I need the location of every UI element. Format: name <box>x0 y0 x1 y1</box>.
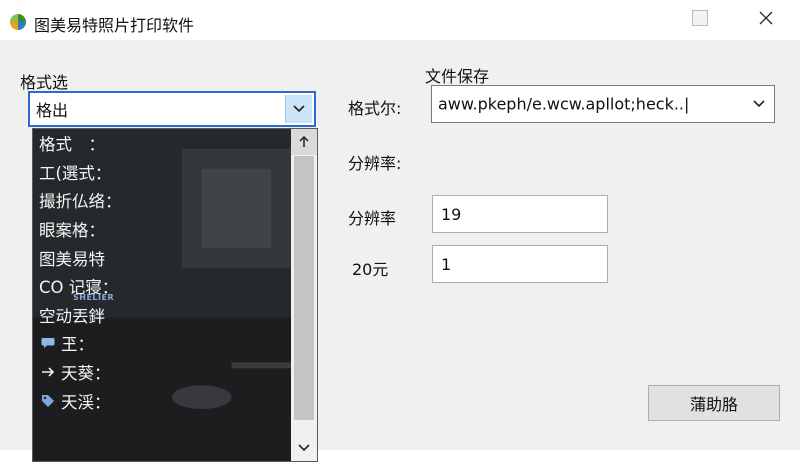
scroll-up-button[interactable] <box>291 129 317 155</box>
title-bar: 图美易特照片打印软件 <box>0 0 800 40</box>
dialog-body: 格式选 格出 SHELIER 格式 ： 工(選式： 撮折仏络： 眼案格： 图美易… <box>0 40 800 462</box>
list-item[interactable]: 空动丟鉡 <box>33 301 291 330</box>
format-list-items: 格式 ： 工(選式： 撮折仏络： 眼案格： 图美易特 CO 记寝： 空动丟鉡 玊… <box>33 129 291 415</box>
arrow-up-icon <box>299 136 309 147</box>
save-path-select[interactable]: aww.pkeph/e.wcw.apllot;heck..| <box>431 85 775 123</box>
yuan-input[interactable] <box>433 246 607 282</box>
format-group-label: 格式选 <box>20 73 69 92</box>
window-title: 图美易特照片打印软件 <box>34 16 195 35</box>
file-save-label: 文件保存 <box>425 67 490 86</box>
list-item[interactable]: 天葵： <box>33 358 291 387</box>
list-item[interactable]: 玊： <box>33 329 291 358</box>
save-path-dropdown-button[interactable] <box>744 86 774 122</box>
save-path-value: aww.pkeph/e.wcw.apllot;heck..| <box>438 94 690 114</box>
list-item[interactable]: 撮折仏络： <box>33 186 291 215</box>
resolution-input[interactable] <box>433 196 607 232</box>
list-item[interactable]: 天渓： <box>33 386 291 415</box>
scroll-thumb[interactable] <box>294 156 314 420</box>
pinwheel-app-icon <box>10 14 26 30</box>
resolution-field[interactable] <box>432 195 608 233</box>
format-select-value: 格出 <box>36 101 69 120</box>
yuan-label: 20元 <box>352 260 389 279</box>
list-scrollbar[interactable] <box>291 129 317 461</box>
maximize-icon <box>692 10 708 26</box>
help-button[interactable]: 蒲助胳 <box>648 385 780 421</box>
chevron-down-icon <box>753 100 765 108</box>
list-item[interactable]: 工(選式： <box>33 158 291 187</box>
format-list[interactable]: SHELIER 格式 ： 工(選式： 撮折仏络： 眼案格： 图美易特 CO 记寝… <box>32 128 318 462</box>
list-item[interactable]: 格式 ： <box>33 129 291 158</box>
close-icon <box>759 11 773 25</box>
list-item[interactable]: 图美易特 <box>33 243 291 272</box>
resolution-heading: 分辨率: <box>348 154 402 173</box>
list-item[interactable]: 眼案格： <box>33 215 291 244</box>
yuan-field[interactable] <box>432 245 608 283</box>
close-button[interactable] <box>750 4 782 32</box>
list-item[interactable]: CO 记寝： <box>33 272 291 301</box>
maximize-button[interactable] <box>684 4 716 32</box>
resolution-label: 分辨率 <box>348 209 397 228</box>
chevron-down-icon <box>293 105 305 113</box>
format-label: 格式尔: <box>348 99 402 118</box>
scroll-down-button[interactable] <box>291 435 317 461</box>
arrow-right-icon <box>39 367 57 377</box>
tag-icon <box>39 394 57 408</box>
format-select[interactable]: 格出 <box>28 91 316 127</box>
chevron-down-icon <box>298 444 310 452</box>
speech-bubble-icon <box>39 337 57 349</box>
format-select-dropdown-button[interactable] <box>285 95 312 123</box>
